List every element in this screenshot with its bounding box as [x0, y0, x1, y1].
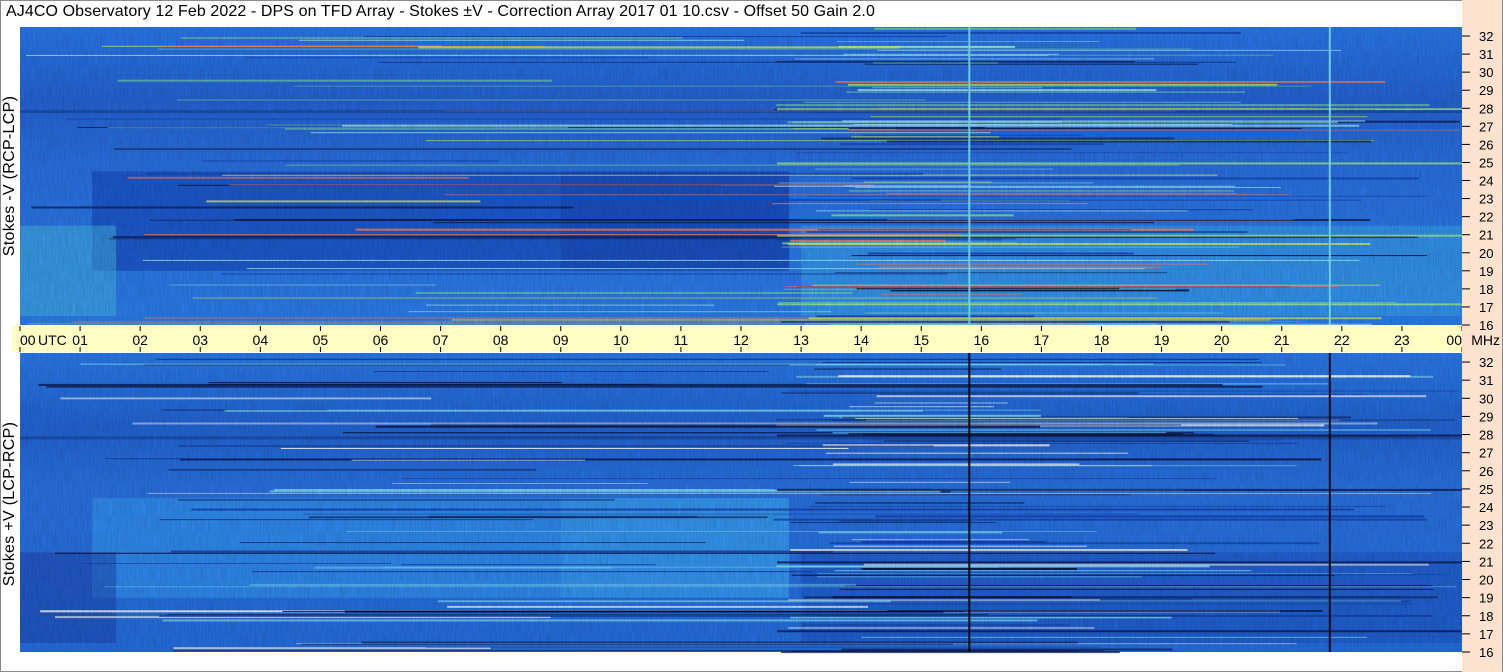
time-tick-label: 20	[1214, 332, 1230, 348]
frequency-tick-label: 18	[1479, 282, 1493, 297]
frequency-tick-label: 24	[1479, 174, 1493, 189]
time-tick-label: 05	[313, 332, 329, 348]
time-tick-label: 04	[253, 332, 269, 348]
time-tick-label: 09	[553, 332, 569, 348]
time-tick-label: 10	[613, 332, 629, 348]
frequency-tick-label: 18	[1479, 609, 1493, 624]
frequency-tick-label: 17	[1479, 300, 1493, 315]
frequency-tick-label: 32	[1479, 355, 1493, 370]
bottom-spectrogram-panel	[20, 353, 1462, 654]
time-tick-label: 03	[192, 332, 208, 348]
time-tick-label: 00	[1446, 332, 1462, 348]
frequency-tick-label: 27	[1479, 446, 1493, 461]
frequency-tick-label: 28	[1479, 101, 1493, 116]
time-tick-label: 08	[493, 332, 509, 348]
time-tick-label: 02	[132, 332, 148, 348]
frequency-tick-label: 22	[1479, 536, 1493, 551]
frequency-tick-label: 30	[1479, 391, 1493, 406]
frequency-tick-label: 25	[1479, 155, 1493, 170]
frequency-tick-label: 24	[1479, 500, 1493, 515]
frequency-tick-label: 25	[1479, 482, 1493, 497]
time-tick-label: 01	[72, 332, 88, 348]
frequency-tick-label: 27	[1479, 119, 1493, 134]
time-tick-label: 13	[793, 332, 809, 348]
time-tick-label: 15	[913, 332, 929, 348]
frequency-unit-label: MHz	[1471, 332, 1500, 348]
frequency-tick-label: 16	[1479, 645, 1493, 660]
time-tick-label: 17	[1034, 332, 1050, 348]
time-tick-label: 12	[733, 332, 749, 348]
time-tick-label: 00	[20, 332, 36, 348]
spectrogram-noise	[20, 353, 1462, 652]
time-tick-label: 11	[674, 332, 689, 348]
frequency-tick-label: 30	[1479, 65, 1493, 80]
time-axis-band: 00 01 02 03 04 05 06 07 08 09 10 11 12 13 14 15 16 17 18 19…	[12, 326, 1463, 352]
frequency-tick-label: 23	[1479, 518, 1493, 533]
frequency-tick-label: 20	[1479, 246, 1493, 261]
frequency-axis: MHz 32 31 30 29 28 27 26 25 24 23 22 21 20 19 18 17 16 32 3…	[1462, 0, 1502, 672]
frequency-tick-label: 29	[1479, 83, 1493, 98]
frequency-tick-label: 22	[1479, 210, 1493, 225]
time-tick-label: 19	[1154, 332, 1170, 348]
frequency-tick-label: 23	[1479, 192, 1493, 207]
frequency-tick-label: 20	[1479, 573, 1493, 588]
spectrogram-chart: 00 01 02 03 04 05 06 07 08 09 10 11 12 13 14 15 16 17 18 19…	[12, 0, 1502, 672]
time-tick-label: 06	[373, 332, 389, 348]
frequency-tick-label: 29	[1479, 409, 1493, 424]
time-tick-label: 18	[1094, 332, 1110, 348]
frequency-tick-label: 17	[1479, 627, 1493, 642]
frequency-tick-label: 32	[1479, 29, 1493, 44]
frequency-tick-label: 26	[1479, 464, 1493, 479]
spectrogram-noise	[20, 27, 1462, 325]
time-tick-label: 14	[853, 332, 869, 348]
frequency-tick-label: 19	[1479, 591, 1493, 606]
frequency-tick-label: 21	[1479, 554, 1493, 569]
frequency-tick-label: 31	[1479, 373, 1493, 388]
time-tick-label: 21	[1274, 332, 1290, 348]
time-tick-label: 16	[974, 332, 990, 348]
time-unit-label: UTC	[38, 332, 67, 348]
frequency-tick-label: 21	[1479, 228, 1493, 243]
frequency-tick-label: 16	[1479, 318, 1493, 333]
top-spectrogram-panel	[20, 27, 1462, 327]
frequency-tick-label: 26	[1479, 137, 1493, 152]
frequency-tick-label: 19	[1479, 264, 1493, 279]
frequency-tick-label: 28	[1479, 428, 1493, 443]
time-tick-label: 07	[433, 332, 449, 348]
time-tick-label: 23	[1394, 332, 1410, 348]
time-tick-label: 22	[1334, 332, 1350, 348]
frequency-tick-label: 31	[1479, 47, 1493, 62]
